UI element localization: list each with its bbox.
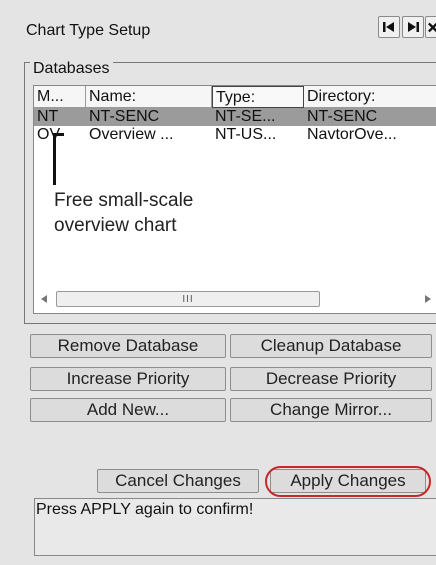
row-type: NT-US... <box>215 126 277 143</box>
callout-annotation: Free small-scale overview chart <box>50 185 236 241</box>
status-message-box: Press APPLY again to confirm! <box>34 498 436 556</box>
row-directory: NavtorOve... <box>307 126 397 143</box>
row-name: NT-SENC <box>89 108 160 125</box>
horizontal-scrollbar[interactable]: III <box>34 288 436 310</box>
databases-group-label: Databases <box>30 60 113 78</box>
first-icon[interactable] <box>378 16 400 38</box>
scroll-right-icon[interactable] <box>422 292 434 306</box>
table-row[interactable]: OV Overview ... NT-US... NavtorOve... <box>34 126 436 144</box>
decrease-priority-button[interactable]: Decrease Priority <box>230 367 432 391</box>
table-row[interactable]: NT NT-SENC NT-SE... NT-SENC <box>34 108 436 126</box>
cleanup-database-button[interactable]: Cleanup Database <box>230 334 432 358</box>
row-directory: NT-SENC <box>307 108 378 125</box>
row-type: NT-SE... <box>215 108 276 125</box>
row-m: NT <box>37 108 59 125</box>
scrollbar-grip: III <box>182 293 194 305</box>
scrollbar-thumb[interactable]: III <box>56 291 320 307</box>
close-icon[interactable] <box>425 16 436 38</box>
column-header-type[interactable]: Type: <box>212 86 304 108</box>
window-title: Chart Type Setup <box>26 22 151 39</box>
column-header-directory[interactable]: Directory: <box>304 86 436 108</box>
column-header-m[interactable]: M... <box>34 86 86 108</box>
callout-leader-line <box>53 134 56 186</box>
column-header-name[interactable]: Name: <box>86 86 212 108</box>
status-message: Press APPLY again to confirm! <box>36 501 254 518</box>
cancel-changes-button[interactable]: Cancel Changes <box>97 469 259 493</box>
apply-highlight-ring <box>265 466 431 497</box>
add-new-button[interactable]: Add New... <box>30 398 226 422</box>
last-icon[interactable] <box>402 16 424 38</box>
remove-database-button[interactable]: Remove Database <box>30 334 226 358</box>
increase-priority-button[interactable]: Increase Priority <box>30 367 226 391</box>
title-bar: Chart Type Setup <box>0 0 436 48</box>
callout-line-1: Free small-scale <box>54 190 194 211</box>
chart-type-setup-panel: Chart Type Setup Databases M... Name: Ty… <box>0 0 436 565</box>
callout-leader-tick <box>53 133 64 136</box>
change-mirror-button[interactable]: Change Mirror... <box>230 398 432 422</box>
callout-line-2: overview chart <box>54 215 177 236</box>
row-name: Overview ... <box>89 126 174 143</box>
scroll-left-icon[interactable] <box>38 292 50 306</box>
